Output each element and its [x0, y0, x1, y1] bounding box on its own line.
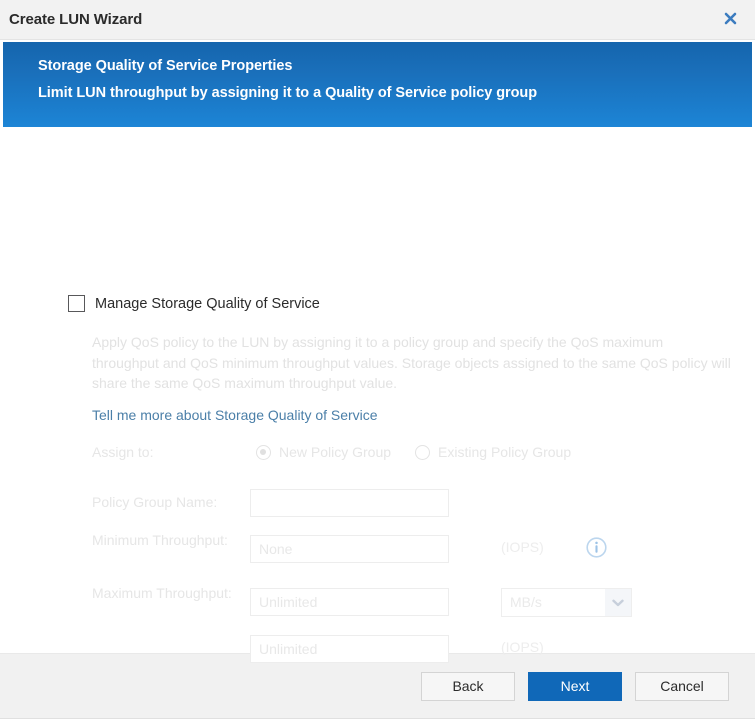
banner-subheading: Limit LUN throughput by assigning it to …	[38, 85, 752, 101]
radio-new-policy-group-label: New Policy Group	[279, 444, 391, 460]
radio-existing-policy-group-label: Existing Policy Group	[438, 444, 571, 460]
info-icon[interactable]	[586, 537, 607, 558]
qos-description-text: Apply QoS policy to the LUN by assigning…	[92, 332, 732, 394]
chevron-down-icon[interactable]	[605, 589, 631, 616]
assign-to-row: Assign to: New Policy Group Existing Pol…	[92, 444, 692, 460]
dialog-titlebar: Create LUN Wizard	[0, 0, 755, 40]
manage-qos-label: Manage Storage Quality of Service	[95, 296, 320, 312]
maximum-throughput-iops-spacer	[92, 635, 250, 639]
maximum-throughput-iops-input[interactable]: Unlimited	[250, 635, 449, 663]
radio-existing-policy-group[interactable]	[415, 445, 430, 460]
maximum-throughput-input[interactable]: Unlimited	[250, 588, 449, 616]
maximum-throughput-row: Maximum Throughput: Unlimited MB/s	[92, 580, 712, 617]
info-circle-glyph	[586, 537, 607, 558]
policy-group-name-label: Policy Group Name:	[92, 489, 250, 512]
wizard-step-banner: Storage Quality of Service Properties Li…	[3, 42, 752, 127]
dialog-body: Manage Storage Quality of Service Apply …	[0, 127, 755, 653]
next-button[interactable]: Next	[528, 672, 622, 701]
minimum-throughput-input[interactable]: None	[250, 535, 449, 563]
minimum-throughput-unit: (IOPS)	[501, 535, 544, 555]
policy-group-name-input[interactable]	[250, 489, 449, 517]
assign-to-radio-group[interactable]: New Policy Group Existing Policy Group	[256, 444, 595, 460]
minimum-throughput-label: Minimum Throughput:	[92, 527, 250, 550]
dialog-title: Create LUN Wizard	[9, 11, 142, 28]
maximum-throughput-unit-dropdown[interactable]: MB/s	[501, 588, 632, 617]
tell-me-more-link[interactable]: Tell me more about Storage Quality of Se…	[92, 407, 378, 423]
banner-heading: Storage Quality of Service Properties	[38, 58, 752, 74]
policy-group-name-row: Policy Group Name:	[92, 489, 712, 517]
manage-qos-checkbox-row[interactable]: Manage Storage Quality of Service	[68, 295, 320, 312]
manage-qos-checkbox[interactable]	[68, 295, 85, 312]
radio-new-policy-group[interactable]	[256, 445, 271, 460]
back-button[interactable]: Back	[421, 672, 515, 701]
close-x-glyph	[724, 12, 737, 25]
assign-to-label: Assign to:	[92, 444, 256, 460]
chevron-down-glyph	[612, 599, 624, 607]
maximum-throughput-label: Maximum Throughput:	[92, 580, 250, 603]
close-icon[interactable]	[718, 8, 742, 32]
maximum-throughput-iops-unit: (IOPS)	[501, 635, 544, 655]
maximum-throughput-iops-row: Unlimited (IOPS)	[92, 635, 712, 663]
banner-container: Storage Quality of Service Properties Li…	[0, 40, 755, 127]
maximum-throughput-unit-value: MB/s	[510, 594, 542, 610]
minimum-throughput-row: Minimum Throughput: None (IOPS)	[92, 527, 712, 563]
create-lun-wizard-dialog: Create LUN Wizard Storage Quality of Ser…	[0, 0, 755, 719]
cancel-button[interactable]: Cancel	[635, 672, 729, 701]
